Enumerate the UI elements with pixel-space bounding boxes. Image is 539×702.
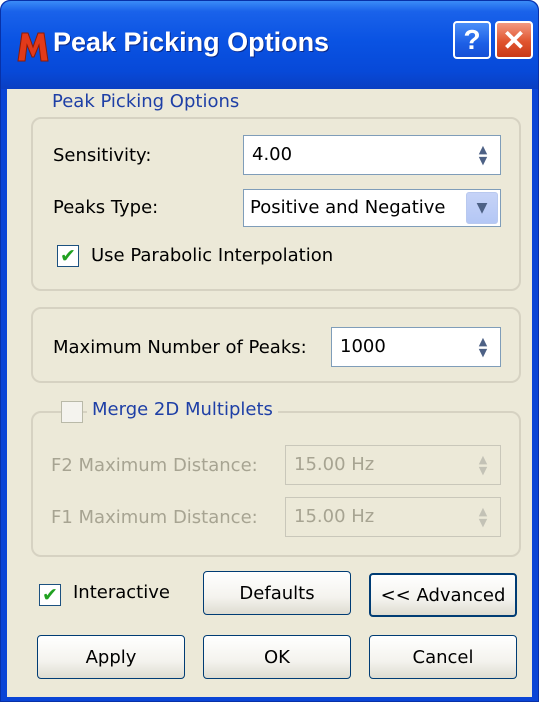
cancel-button[interactable]: Cancel: [369, 635, 517, 679]
peaks-type-value: Positive and Negative: [250, 197, 446, 218]
peaks-type-label: Peaks Type:: [53, 197, 159, 218]
spin-arrows-icon[interactable]: ▲ ▼: [470, 140, 496, 170]
apply-button[interactable]: Apply: [37, 635, 185, 679]
defaults-button[interactable]: Defaults: [203, 571, 351, 615]
sensitivity-label: Sensitivity:: [53, 145, 152, 166]
sensitivity-value: 4.00: [252, 144, 293, 165]
merge-multiplets-legend[interactable]: Merge 2D Multiplets: [87, 399, 278, 420]
title-bar[interactable]: Peak Picking Options ? ✕: [1, 1, 538, 89]
ok-button[interactable]: OK: [203, 635, 351, 679]
spin-arrows-icon[interactable]: ▲ ▼: [470, 450, 496, 480]
sensitivity-spinbox[interactable]: 4.00 ▲ ▼: [243, 135, 501, 175]
window-title: Peak Picking Options: [53, 27, 330, 57]
max-peaks-label: Maximum Number of Peaks:: [53, 337, 307, 358]
parabolic-interpolation-checkbox[interactable]: ✔: [57, 245, 79, 267]
max-peaks-spinbox[interactable]: 1000 ▲ ▼: [331, 327, 501, 367]
merge-multiplets-checkbox[interactable]: [61, 401, 83, 423]
peaks-type-select[interactable]: Positive and Negative ▼: [243, 189, 501, 227]
dialog-client-area: Peak Picking Options Sensitivity: 4.00 ▲…: [7, 89, 532, 697]
peak-picking-group-legend: Peak Picking Options: [47, 91, 245, 112]
parabolic-interpolation-label[interactable]: Use Parabolic Interpolation: [91, 245, 333, 266]
app-logo-icon: [17, 32, 49, 62]
f2-distance-spinbox[interactable]: 15.00 Hz ▲ ▼: [285, 445, 501, 485]
f1-distance-value: 15.00 Hz: [294, 506, 375, 527]
interactive-checkbox[interactable]: ✔: [39, 584, 61, 606]
spin-arrows-icon[interactable]: ▲ ▼: [470, 502, 496, 532]
help-button[interactable]: ?: [453, 21, 491, 59]
chevron-down-icon[interactable]: ▼: [466, 192, 498, 224]
f1-distance-spinbox[interactable]: 15.00 Hz ▲ ▼: [285, 497, 501, 537]
f1-distance-label: F1 Maximum Distance:: [51, 507, 258, 528]
dialog-window: Peak Picking Options ? ✕ Peak Picking Op…: [0, 0, 539, 702]
max-peaks-value: 1000: [340, 336, 386, 357]
close-button[interactable]: ✕: [495, 21, 533, 59]
spin-arrows-icon[interactable]: ▲ ▼: [470, 332, 496, 362]
advanced-button[interactable]: << Advanced: [369, 573, 517, 617]
f2-distance-label: F2 Maximum Distance:: [51, 455, 258, 476]
f2-distance-value: 15.00 Hz: [294, 454, 375, 475]
interactive-label[interactable]: Interactive: [73, 582, 170, 603]
